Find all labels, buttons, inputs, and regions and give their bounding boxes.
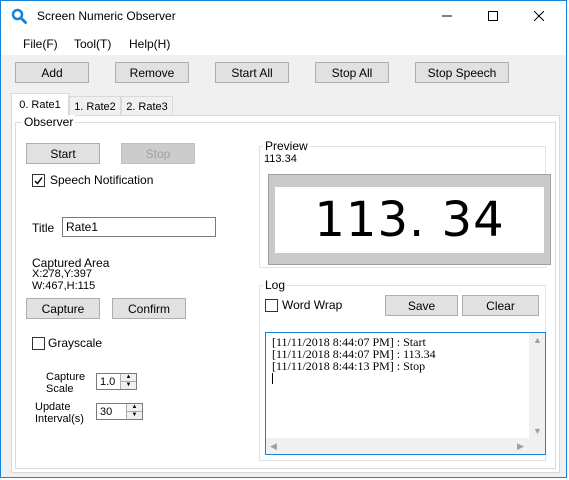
menu-file[interactable]: File(F) — [23, 37, 58, 51]
clear-button[interactable]: Clear — [462, 295, 539, 316]
window-title: Screen Numeric Observer — [37, 9, 176, 23]
start-button[interactable]: Start — [26, 143, 100, 164]
log-line: [11/11/2018 8:44:13 PM] : Stop — [272, 359, 426, 373]
menu-tool[interactable]: Tool(T) — [74, 37, 111, 51]
scroll-right-icon[interactable]: ▶ — [517, 441, 524, 452]
maximize-icon — [488, 11, 498, 21]
menu-bar: File(F) Tool(T) Help(H) — [1, 31, 566, 55]
grayscale-label: Grayscale — [48, 336, 103, 350]
start-all-button[interactable]: Start All — [215, 62, 289, 83]
preview-display: 113. 34 — [275, 187, 544, 253]
capture-button[interactable]: Capture — [26, 298, 100, 319]
text-caret — [272, 373, 273, 384]
update-interval-stepper[interactable]: 30 ▲ ▼ — [96, 403, 143, 420]
log-textarea[interactable]: [11/11/2018 8:44:07 PM] : Start [11/11/2… — [265, 332, 546, 455]
tab-rate1[interactable]: 0. Rate1 — [11, 93, 69, 116]
checkmark-icon — [34, 177, 43, 185]
close-icon — [534, 11, 544, 21]
tab-rate3[interactable]: 2. Rate3 — [121, 96, 173, 116]
captured-area-size: W:467,H:115 — [32, 280, 96, 292]
vertical-scrollbar[interactable]: ▲ ▼ — [529, 333, 545, 439]
update-interval-label-line2: Interval(s) — [35, 413, 84, 425]
capture-scale-label-line2: Scale — [46, 383, 74, 395]
word-wrap-label: Word Wrap — [282, 298, 343, 312]
speech-notification-checkbox[interactable] — [32, 174, 45, 187]
stop-button: Stop — [121, 143, 195, 164]
scroll-left-icon[interactable]: ◀ — [270, 441, 277, 452]
log-group-label: Log — [263, 278, 288, 292]
title-input-value: Rate1 — [66, 220, 99, 234]
preview-value-text: 113.34 — [264, 153, 297, 165]
menu-help[interactable]: Help(H) — [129, 37, 170, 51]
scroll-down-icon[interactable]: ▼ — [533, 426, 542, 436]
speech-notification-label: Speech Notification — [50, 173, 154, 187]
maximize-button[interactable] — [470, 1, 516, 31]
scroll-up-icon[interactable]: ▲ — [533, 335, 542, 345]
preview-image: 113. 34 — [268, 174, 551, 265]
scroll-corner — [529, 438, 545, 454]
update-interval-label-line1: Update — [35, 401, 71, 413]
app-window: Screen Numeric Observer File(F) Tool(T) … — [0, 0, 567, 478]
title-bar[interactable]: Screen Numeric Observer — [1, 1, 566, 31]
title-label: Title — [32, 221, 55, 235]
preview-group-label: Preview — [263, 139, 310, 153]
save-button[interactable]: Save — [385, 295, 458, 316]
minimize-icon — [442, 15, 452, 17]
confirm-button[interactable]: Confirm — [112, 298, 186, 319]
capture-scale-stepper[interactable]: 1.0 ▲ ▼ — [96, 373, 137, 390]
observer-group-label: Observer — [22, 115, 76, 129]
captured-area-position: X:278,Y:397 — [32, 268, 92, 280]
magnifier-app-icon — [11, 8, 27, 24]
log-lines: [11/11/2018 8:44:07 PM] : Start [11/11/2… — [272, 336, 436, 384]
remove-button[interactable]: Remove — [115, 62, 189, 83]
add-button[interactable]: Add — [15, 62, 89, 83]
tab-panel: Observer Start Stop Speech Notification … — [11, 115, 560, 473]
stop-all-button[interactable]: Stop All — [315, 62, 389, 83]
capture-scale-value: 1.0 — [100, 376, 116, 388]
stop-speech-button[interactable]: Stop Speech — [415, 62, 509, 83]
spin-up-icon[interactable]: ▲ — [127, 404, 142, 412]
tab-rate2[interactable]: 1. Rate2 — [69, 96, 121, 116]
spin-down-icon[interactable]: ▼ — [121, 382, 136, 390]
observer-group: Observer Start Stop Speech Notification … — [15, 115, 556, 469]
minimize-button[interactable] — [424, 1, 470, 31]
title-input[interactable]: Rate1 — [62, 217, 216, 237]
horizontal-scrollbar[interactable]: ◀ ▶ — [266, 438, 529, 454]
spin-up-icon[interactable]: ▲ — [121, 374, 136, 382]
update-interval-value: 30 — [100, 406, 113, 418]
grayscale-checkbox[interactable] — [32, 337, 45, 350]
close-button[interactable] — [516, 1, 562, 31]
capture-scale-label-line1: Capture — [46, 371, 86, 383]
spin-down-icon[interactable]: ▼ — [127, 412, 142, 420]
word-wrap-checkbox[interactable] — [265, 299, 278, 312]
